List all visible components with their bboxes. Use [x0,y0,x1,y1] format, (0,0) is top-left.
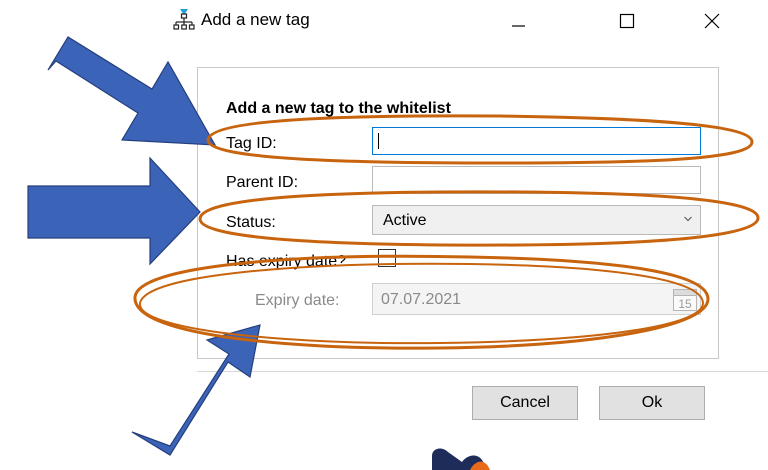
expiry-date-label: Expiry date: [255,292,340,309]
has-expiry-checkbox[interactable] [378,249,396,267]
status-selected-value: Active [383,212,427,229]
button-separator [197,371,768,372]
parent-id-input[interactable] [372,166,701,194]
network-tag-icon [173,9,195,30]
maximize-icon [619,13,635,29]
ok-button[interactable]: Ok [599,386,705,420]
minimize-icon [512,25,525,27]
close-button[interactable] [682,4,742,38]
window-title: Add a new tag [201,10,310,29]
expiry-date-value: 07.07.2021 [381,291,462,308]
chevron-down-icon [684,216,692,222]
calendar-day-number: 15 [678,297,692,311]
close-icon [704,13,720,29]
text-caret [378,133,379,149]
has-expiry-label: Has expiry date? [226,253,347,270]
status-label: Status: [226,214,276,231]
partial-logo-graphic [432,448,490,470]
tag-id-label: Tag ID: [226,135,277,152]
parent-id-label: Parent ID: [226,174,299,191]
status-dropdown[interactable]: Active [372,205,701,235]
form-heading: Add a new tag to the whitelist [226,100,451,117]
expiry-date-picker: 07.07.2021 15 [372,283,701,315]
tag-id-input[interactable] [372,127,701,155]
calendar-icon: 15 [673,289,697,311]
cancel-button[interactable]: Cancel [472,386,578,420]
minimize-button[interactable] [488,4,548,38]
blue-arrow-tag-id [47,36,217,146]
title-bar: Add a new tag [0,0,768,46]
blue-arrow-status [27,156,201,266]
maximize-button[interactable] [596,4,656,38]
